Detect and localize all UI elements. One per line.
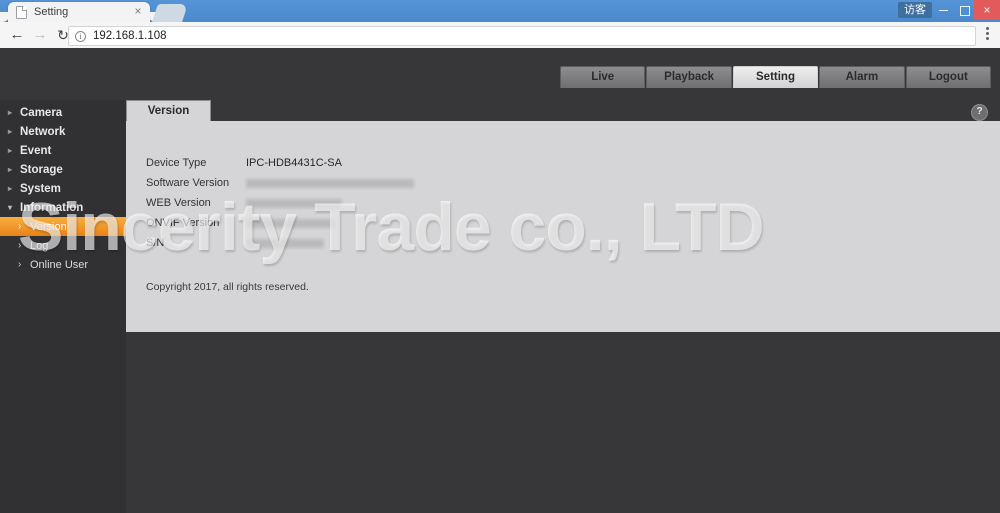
version-info-list: Device Type IPC-HDB4431C-SA Software Ver… [146,153,414,253]
info-value-redacted [246,238,324,248]
sidebar-item-storage[interactable]: ▸ Storage [0,160,126,179]
info-label: S/N [146,237,165,249]
browser-tab[interactable]: Setting × [0,2,158,22]
sidebar-item-label: Storage [20,163,63,176]
chevron-right-icon: › [18,240,22,251]
info-row-serial-number: S/N [146,233,414,253]
forward-icon[interactable]: → [31,26,49,44]
sidebar-item-label: System [20,182,61,195]
nav-tab-setting[interactable]: Setting [732,66,819,88]
minimize-window-button[interactable] [932,0,954,20]
browser-toolbar: ← → ↻ i 192.168.1.108 [0,22,1000,49]
chevron-down-icon: ▾ [8,202,13,212]
sidebar: ▸ Camera ▸ Network ▸ Event ▸ Storage ▸ S… [0,100,126,513]
sidebar-subitem-label: Log [30,239,49,252]
sidebar-item-online-user[interactable]: › Online User [0,255,126,274]
main-navigation: Live Playback Setting Alarm Logout [560,66,992,88]
info-value: IPC-HDB4431C-SA [246,157,342,169]
camera-web-app: Live Playback Setting Alarm Logout ▸ Cam… [0,48,1000,513]
chevron-right-icon: › [18,221,22,232]
sidebar-item-camera[interactable]: ▸ Camera [0,103,126,122]
info-row-onvif-version: ONVIF Version [146,213,414,233]
copyright-text: Copyright 2017, all rights reserved. [146,281,309,293]
sidebar-item-system[interactable]: ▸ System [0,179,126,198]
chevron-right-icon: ▸ [8,107,13,117]
sidebar-item-version[interactable]: › Version [0,217,126,236]
info-label: WEB Version [146,197,211,209]
info-row-web-version: WEB Version [146,193,414,213]
info-value-redacted [246,178,414,188]
chevron-right-icon: ▸ [8,145,13,155]
screenshot-root: Setting × 访客 × ← → ↻ i 192.168.1.108 Liv… [0,0,1000,513]
tab-version[interactable]: Version [126,100,211,121]
version-panel: Device Type IPC-HDB4431C-SA Software Ver… [126,121,1000,332]
info-label: Device Type [146,157,207,169]
sidebar-item-label: Network [20,125,66,138]
content-tab-strip: Version ? [126,100,1000,121]
sidebar-item-event[interactable]: ▸ Event [0,141,126,160]
chevron-right-icon: ▸ [8,164,13,174]
info-label: ONVIF Version [146,217,220,229]
nav-tab-alarm[interactable]: Alarm [819,66,905,88]
sidebar-item-label: Camera [20,106,63,119]
sidebar-item-log[interactable]: › Log [0,236,126,255]
info-row-device-type: Device Type IPC-HDB4431C-SA [146,153,414,173]
sidebar-subitem-label: Online User [30,258,89,271]
nav-tab-logout[interactable]: Logout [905,66,992,88]
sidebar-item-label: Information [20,201,84,214]
new-tab-button[interactable] [152,4,188,22]
sidebar-subitem-label: Version [30,220,67,233]
sidebar-item-label: Event [20,144,52,157]
info-value-redacted [246,198,342,208]
info-row-software-version: Software Version [146,173,414,193]
help-icon[interactable]: ? [971,104,988,121]
chevron-right-icon: › [18,259,22,270]
site-info-icon[interactable]: i [75,30,86,42]
info-value-redacted [246,218,334,228]
info-label: Software Version [146,177,230,189]
close-window-button[interactable]: × [974,0,1000,20]
sidebar-item-network[interactable]: ▸ Network [0,122,126,141]
chevron-right-icon: ▸ [8,183,13,193]
close-tab-icon[interactable]: × [132,5,144,18]
profile-guest-button[interactable]: 访客 [898,2,932,18]
address-bar[interactable]: i 192.168.1.108 [68,26,976,46]
page-icon [16,5,27,19]
browser-menu-icon[interactable] [980,27,994,43]
chevron-right-icon: ▸ [8,126,13,136]
browser-tab-strip: Setting × 访客 × [0,0,1000,22]
nav-tab-playback[interactable]: Playback [646,66,732,88]
address-bar-url: 192.168.1.108 [93,30,167,42]
maximize-window-button[interactable] [954,0,976,20]
browser-tab-title: Setting [34,6,69,18]
nav-tab-live[interactable]: Live [560,66,646,88]
sidebar-item-information[interactable]: ▾ Information [0,198,126,217]
back-icon[interactable]: ← [8,26,26,44]
